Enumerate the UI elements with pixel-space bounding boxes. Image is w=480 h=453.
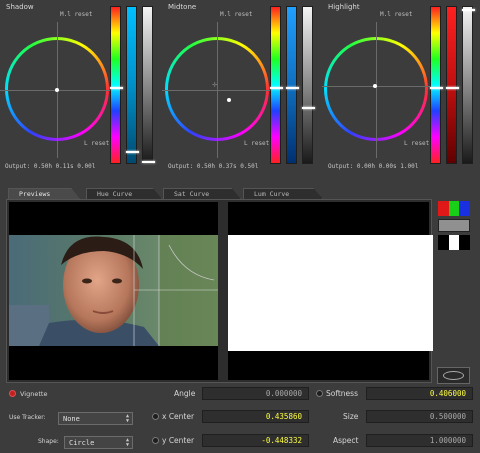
midtone-hue-bar[interactable]: [270, 6, 283, 164]
y-center-keyframe[interactable]: [152, 437, 159, 444]
use-tracker-value: None: [63, 415, 80, 423]
angle-label: Angle: [174, 389, 196, 398]
chevron-updown-icon: ▲ ▼: [125, 413, 129, 424]
matte-viewer[interactable]: [228, 202, 433, 380]
shadow-lum-bar[interactable]: [142, 6, 155, 164]
midtone-crosshair-icon: ✛: [212, 80, 218, 90]
shadow-hue-bar[interactable]: [110, 6, 123, 164]
softness-label: Softness: [326, 389, 358, 398]
size-label: Size: [343, 412, 359, 421]
midtone-lum-reset[interactable]: L reset: [244, 140, 269, 147]
midtone-output: Output: 0.50h 0.37s 0.50l: [168, 163, 259, 170]
vignette-toggle[interactable]: [9, 390, 16, 397]
midtone-mid-reset[interactable]: M.l reset: [220, 11, 253, 18]
midtone-lum-bar[interactable]: [302, 6, 315, 164]
highlight-sat-bar[interactable]: [446, 6, 459, 164]
highlight-title: Highlight: [328, 3, 360, 11]
vignette-label: Vignette: [20, 390, 48, 398]
tab-previews[interactable]: Previews: [8, 188, 80, 199]
softness-field[interactable]: 0.406000: [366, 387, 473, 400]
highlight-hue-bar[interactable]: [430, 6, 443, 164]
shape-label: Shape:: [38, 438, 59, 445]
matte-preview: [228, 235, 433, 351]
shadow-title: Shadow: [6, 3, 34, 11]
tab-hue-curve[interactable]: Hue Curve: [86, 188, 162, 199]
tab-sat-curve[interactable]: Sat Curve: [163, 188, 241, 199]
highlight-wheel-handle[interactable]: [373, 84, 377, 88]
source-viewer[interactable]: [9, 202, 218, 380]
y-center-label: y Center: [162, 436, 195, 445]
ellipse-shape-button[interactable]: [437, 367, 470, 384]
gray-swatch[interactable]: [438, 219, 470, 232]
midtone-wheel-handle[interactable]: [227, 98, 231, 102]
softness-keyframe[interactable]: [316, 390, 323, 397]
highlight-lum-reset[interactable]: L reset: [404, 140, 429, 147]
use-tracker-select[interactable]: None ▲ ▼: [58, 412, 133, 425]
tab-lum-curve[interactable]: Lum Curve: [243, 188, 323, 199]
midtone-sat-bar[interactable]: [286, 6, 299, 164]
x-center-label: x Center: [162, 412, 195, 421]
aspect-field[interactable]: 1.000000: [366, 434, 473, 447]
x-center-field[interactable]: 0.435860: [202, 410, 309, 423]
x-center-keyframe[interactable]: [152, 413, 159, 420]
chevron-updown-icon: ▲ ▼: [125, 437, 129, 448]
midtone-title: Midtone: [168, 3, 197, 11]
matte-swatch[interactable]: [438, 235, 470, 250]
shadow-wheel-handle[interactable]: [55, 88, 59, 92]
shadow-lum-reset[interactable]: L reset: [84, 140, 109, 147]
shadow-output: Output: 0.50h 0.11s 0.00l: [5, 163, 96, 170]
shadow-mid-reset[interactable]: M.l reset: [60, 11, 93, 18]
size-field[interactable]: 0.500000: [366, 410, 473, 423]
video-frame-image: [9, 235, 218, 346]
highlight-lum-bar[interactable]: [462, 6, 475, 164]
rgb-channel-swatch[interactable]: [438, 201, 470, 216]
shadow-sat-bar[interactable]: [126, 6, 139, 164]
highlight-mid-reset[interactable]: M.l reset: [380, 11, 413, 18]
aspect-label: Aspect: [333, 436, 359, 445]
angle-field[interactable]: 0.000000: [202, 387, 309, 400]
ellipse-icon: [443, 371, 464, 380]
shape-value: Circle: [69, 439, 95, 447]
shape-select[interactable]: Circle ▲ ▼: [64, 436, 133, 449]
y-center-field[interactable]: -0.448332: [202, 434, 309, 447]
use-tracker-label: Use Tracker:: [9, 414, 46, 421]
highlight-output: Output: 0.00h 0.00s 1.00l: [328, 163, 419, 170]
